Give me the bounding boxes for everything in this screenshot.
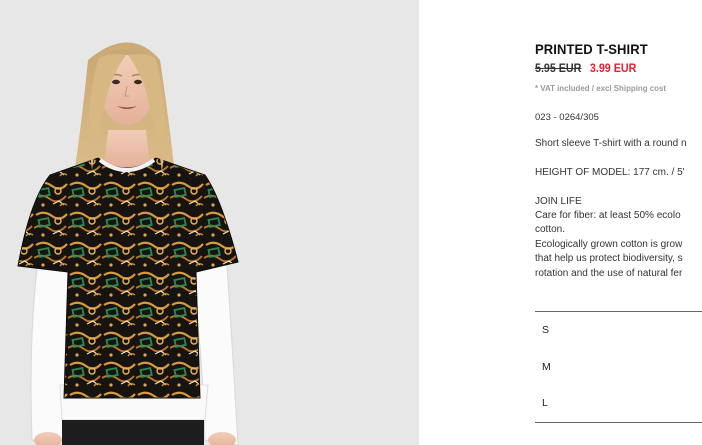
price-block: 5.95 EUR 3.99 EUR xyxy=(535,63,636,75)
product-info-panel: PRINTED T-SHIRT 5.95 EUR 3.99 EUR * VAT … xyxy=(535,0,702,445)
product-page: PRINTED T-SHIRT 5.95 EUR 3.99 EUR * VAT … xyxy=(0,0,702,445)
model-height: HEIGHT OF MODEL: 177 cm. / 5' xyxy=(535,167,685,178)
size-option-l[interactable]: L xyxy=(535,385,702,422)
join-life-line: cotton. xyxy=(535,224,566,235)
join-life-line: Ecologically grown cotton is grow xyxy=(535,239,683,250)
model-illustration xyxy=(17,42,239,445)
join-life-line: rotation and the use of natural fer xyxy=(535,268,683,279)
old-price: 5.95 EUR xyxy=(535,63,582,75)
sale-price: 3.99 EUR xyxy=(589,63,637,75)
product-description: Short sleeve T-shirt with a round n xyxy=(535,138,687,149)
size-option-m[interactable]: M xyxy=(535,349,702,386)
join-life-line: that help us protect biodiversity, s xyxy=(535,253,683,264)
join-life-line: Care for fiber: at least 50% ecolo xyxy=(535,210,681,221)
product-reference: 023 - 0264/305 xyxy=(535,112,599,123)
vat-note: * VAT included / excl Shipping cost xyxy=(535,83,667,93)
product-title: PRINTED T-SHIRT xyxy=(535,41,648,57)
product-image[interactable] xyxy=(0,0,419,445)
join-life-heading: JOIN LIFE xyxy=(535,196,582,207)
size-selector: S M L xyxy=(535,311,702,423)
size-option-s[interactable]: S xyxy=(535,312,702,349)
